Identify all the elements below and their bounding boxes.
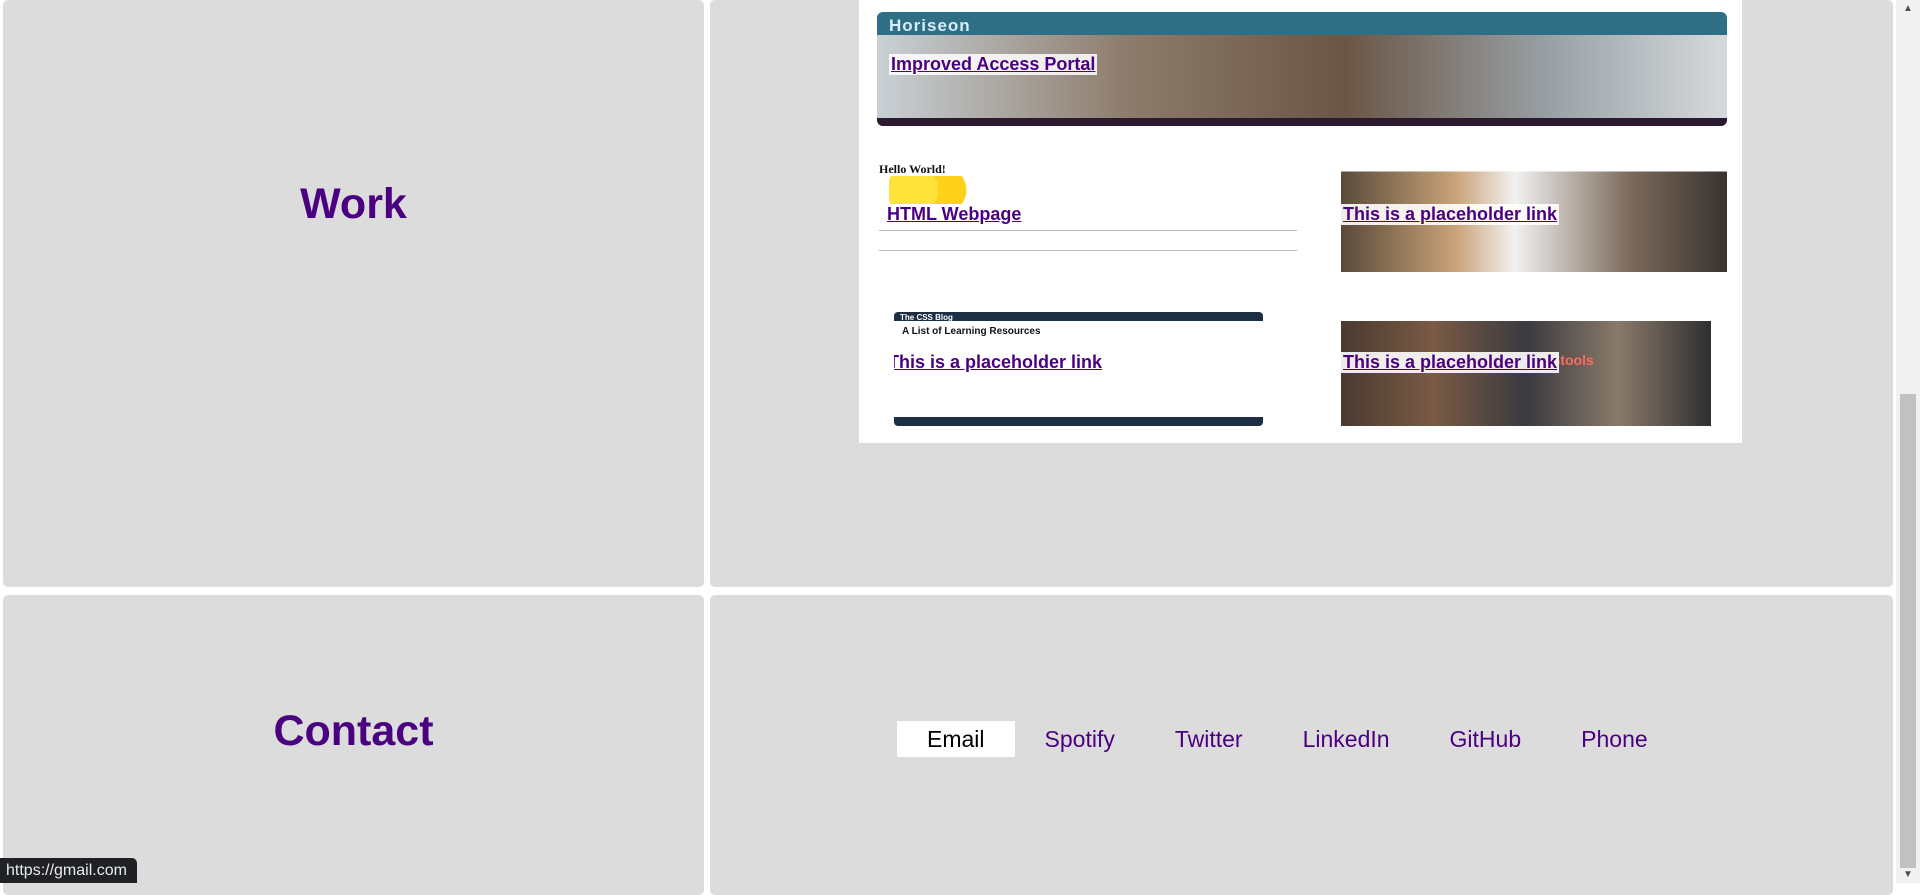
scroll-up-icon[interactable]: ▲ xyxy=(1900,2,1916,16)
project-gallery: Horiseon Improved Access Portal Hello Wo… xyxy=(859,0,1742,443)
contact-links: Email Spotify Twitter LinkedIn GitHub Ph… xyxy=(897,721,1678,757)
contact-link-phone[interactable]: Phone xyxy=(1551,721,1678,757)
screenshot-taskbar xyxy=(877,118,1727,126)
scroll-down-icon[interactable]: ▼ xyxy=(1900,868,1916,882)
link-status-bar: https://gmail.com xyxy=(0,858,137,883)
contact-label-panel: Contact xyxy=(3,595,704,895)
scrollbar-thumb[interactable] xyxy=(1900,394,1916,868)
divider xyxy=(879,230,1297,231)
contact-link-linkedin[interactable]: LinkedIn xyxy=(1273,721,1420,757)
project-card-placeholder-3[interactable]: Stools This is a placeholder link xyxy=(1341,312,1711,426)
project-link[interactable]: This is a placeholder link xyxy=(1341,204,1560,225)
project-link[interactable]: This is a placeholder link xyxy=(894,352,1105,373)
screenshot-blog-title: The CSS Blog xyxy=(900,313,953,322)
project-link[interactable]: This is a placeholder link xyxy=(1341,352,1560,373)
screenshot-blog-heading: A List of Learning Resources xyxy=(902,326,1041,337)
project-card-placeholder-2[interactable]: The CSS Blog A List of Learning Resource… xyxy=(894,312,1263,426)
project-link[interactable]: Improved Access Portal xyxy=(889,54,1098,75)
contact-link-spotify[interactable]: Spotify xyxy=(1015,721,1145,757)
screenshot-brand-text: Horiseon xyxy=(889,16,971,35)
project-card-html-webpage[interactable]: Hello World! HTML Webpage xyxy=(877,158,1317,272)
project-card-placeholder-1[interactable]: This is a placeholder link xyxy=(1341,158,1727,272)
divider xyxy=(879,250,1297,251)
sponge-image xyxy=(889,176,967,204)
work-section-title: Work xyxy=(300,180,407,228)
contact-link-github[interactable]: GitHub xyxy=(1420,721,1552,757)
work-label-panel: Work xyxy=(3,0,704,587)
screenshot-heading: Hello World! xyxy=(879,162,946,176)
contact-link-twitter[interactable]: Twitter xyxy=(1145,721,1273,757)
project-link[interactable]: HTML Webpage xyxy=(887,204,1021,225)
contact-link-email[interactable]: Email xyxy=(897,721,1015,757)
project-card-improved-access-portal[interactable]: Horiseon Improved Access Portal xyxy=(877,12,1727,126)
contact-section-title: Contact xyxy=(273,707,434,755)
